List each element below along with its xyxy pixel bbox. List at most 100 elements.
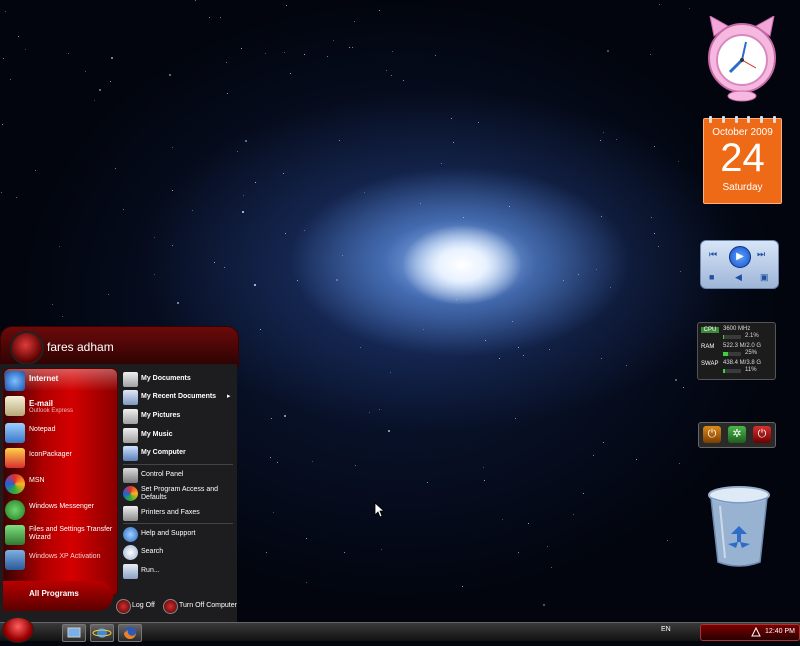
star	[512, 321, 513, 322]
star	[284, 415, 286, 417]
next-icon[interactable]: ⏭	[757, 249, 765, 260]
star	[509, 206, 510, 207]
all-programs-button[interactable]: All Programs	[3, 581, 113, 611]
star	[123, 209, 124, 210]
star	[304, 230, 305, 231]
star	[306, 538, 307, 539]
star	[266, 552, 267, 553]
star	[284, 52, 285, 53]
recycle-bin[interactable]	[706, 486, 772, 570]
pinned-item-email[interactable]: E-mail Outlook Express	[5, 396, 115, 418]
pinned-item-label: IconPackager	[29, 451, 72, 458]
pinned-item-label: E-mail	[29, 399, 54, 408]
pinned-item-label: Windows Messenger	[29, 503, 94, 510]
star	[172, 245, 173, 246]
pinned-item-msn[interactable]: MSN	[5, 474, 115, 496]
run-item[interactable]: Run...	[123, 563, 233, 581]
star	[616, 139, 617, 140]
star	[403, 80, 404, 81]
language-indicator[interactable]: EN	[661, 626, 671, 633]
system-printers-faxes[interactable]: Printers and Faxes	[123, 505, 233, 523]
pinned-item-notepad[interactable]: Notepad	[5, 423, 115, 445]
restart-icon[interactable]: ✲	[728, 426, 746, 443]
star	[110, 81, 111, 82]
clock-gadget[interactable]	[706, 15, 778, 102]
meter-value: 438.4 M/3.8 G	[723, 360, 762, 366]
star	[547, 546, 548, 547]
program-access-icon	[123, 486, 138, 501]
pinned-item-activation[interactable]: Windows XP Activation	[5, 550, 115, 572]
tray-icon[interactable]	[751, 627, 761, 637]
quicklaunch-internet-explorer[interactable]	[90, 624, 114, 642]
search-item[interactable]: Search	[123, 544, 233, 562]
star	[390, 372, 391, 373]
meter-detail: 25%	[745, 350, 758, 356]
star	[333, 40, 334, 41]
places-my-computer[interactable]: My Computer	[123, 445, 233, 463]
star	[304, 54, 305, 55]
star	[237, 151, 238, 152]
star	[499, 358, 500, 359]
star	[339, 140, 340, 141]
system-program-access[interactable]: Set Program Access and Defaults	[123, 485, 233, 507]
star	[35, 170, 36, 171]
pinned-item-label: Internet	[29, 374, 59, 383]
calendar-gadget[interactable]: October 2009 24 Saturday	[703, 116, 782, 204]
star	[260, 329, 261, 330]
star	[283, 173, 284, 174]
help-label: Run...	[141, 567, 160, 574]
places-my-music[interactable]: My Music	[123, 427, 233, 445]
quicklaunch-show-desktop[interactable]	[62, 624, 86, 642]
internet-explorer-icon	[92, 628, 112, 638]
divider	[123, 464, 233, 465]
star	[336, 279, 338, 281]
notepad-icon	[5, 423, 25, 443]
star	[420, 203, 421, 204]
transfer-wizard-icon	[5, 525, 25, 545]
pinned-item-windows-messenger[interactable]: Windows Messenger	[5, 500, 115, 522]
taskbar-clock[interactable]: 12:40 PM	[765, 628, 795, 635]
pinned-item-internet[interactable]: Internet	[5, 371, 115, 393]
system-control-panel[interactable]: Control Panel	[123, 467, 233, 485]
meter-bar	[723, 335, 741, 339]
log-off-icon	[116, 599, 131, 614]
start-button[interactable]	[2, 617, 34, 643]
volume-icon[interactable]: ◀	[735, 272, 742, 283]
star	[483, 467, 484, 468]
star	[593, 455, 594, 456]
places-my-recent-documents[interactable]: My Recent Documents ▸	[123, 389, 233, 407]
star	[241, 48, 242, 49]
quicklaunch-firefox[interactable]	[118, 624, 142, 642]
printer-icon	[123, 506, 138, 521]
star	[451, 118, 452, 119]
pinned-item-transfer-wizard[interactable]: Files and Settings Transfer Wizard	[5, 525, 115, 547]
folder-icon	[123, 372, 138, 387]
star	[423, 329, 424, 330]
star	[290, 73, 291, 74]
pinned-item-iconpackager[interactable]: IconPackager	[5, 448, 115, 470]
places-my-documents[interactable]: My Documents	[123, 371, 233, 389]
calendar-weekday: Saturday	[722, 182, 763, 193]
help-and-support[interactable]: Help and Support	[123, 526, 233, 544]
places-my-pictures[interactable]: My Pictures	[123, 408, 233, 426]
star	[177, 302, 179, 304]
star	[52, 304, 53, 305]
shutdown-icon[interactable]: ⏻	[753, 426, 771, 443]
turn-off-button[interactable]: Turn Off Computer	[163, 598, 237, 614]
star	[277, 462, 278, 463]
star	[243, 195, 244, 196]
star	[172, 147, 173, 148]
help-label: Search	[141, 548, 164, 555]
star	[172, 190, 173, 191]
run-icon	[123, 564, 138, 579]
previous-icon[interactable]: ⏮	[709, 249, 717, 260]
stop-icon[interactable]: ■	[709, 272, 714, 282]
fullscreen-icon[interactable]: ▣	[760, 272, 769, 283]
start-menu: fares adham Internet E-mail Outlook Expr…	[0, 326, 239, 622]
play-icon[interactable]: ▶	[729, 246, 751, 268]
system-tray: 12:40 PM	[700, 624, 800, 641]
standby-icon[interactable]: ⏻	[703, 426, 721, 443]
star	[3, 58, 4, 59]
avatar[interactable]	[10, 331, 44, 365]
log-off-button[interactable]: Log Off	[116, 598, 164, 614]
